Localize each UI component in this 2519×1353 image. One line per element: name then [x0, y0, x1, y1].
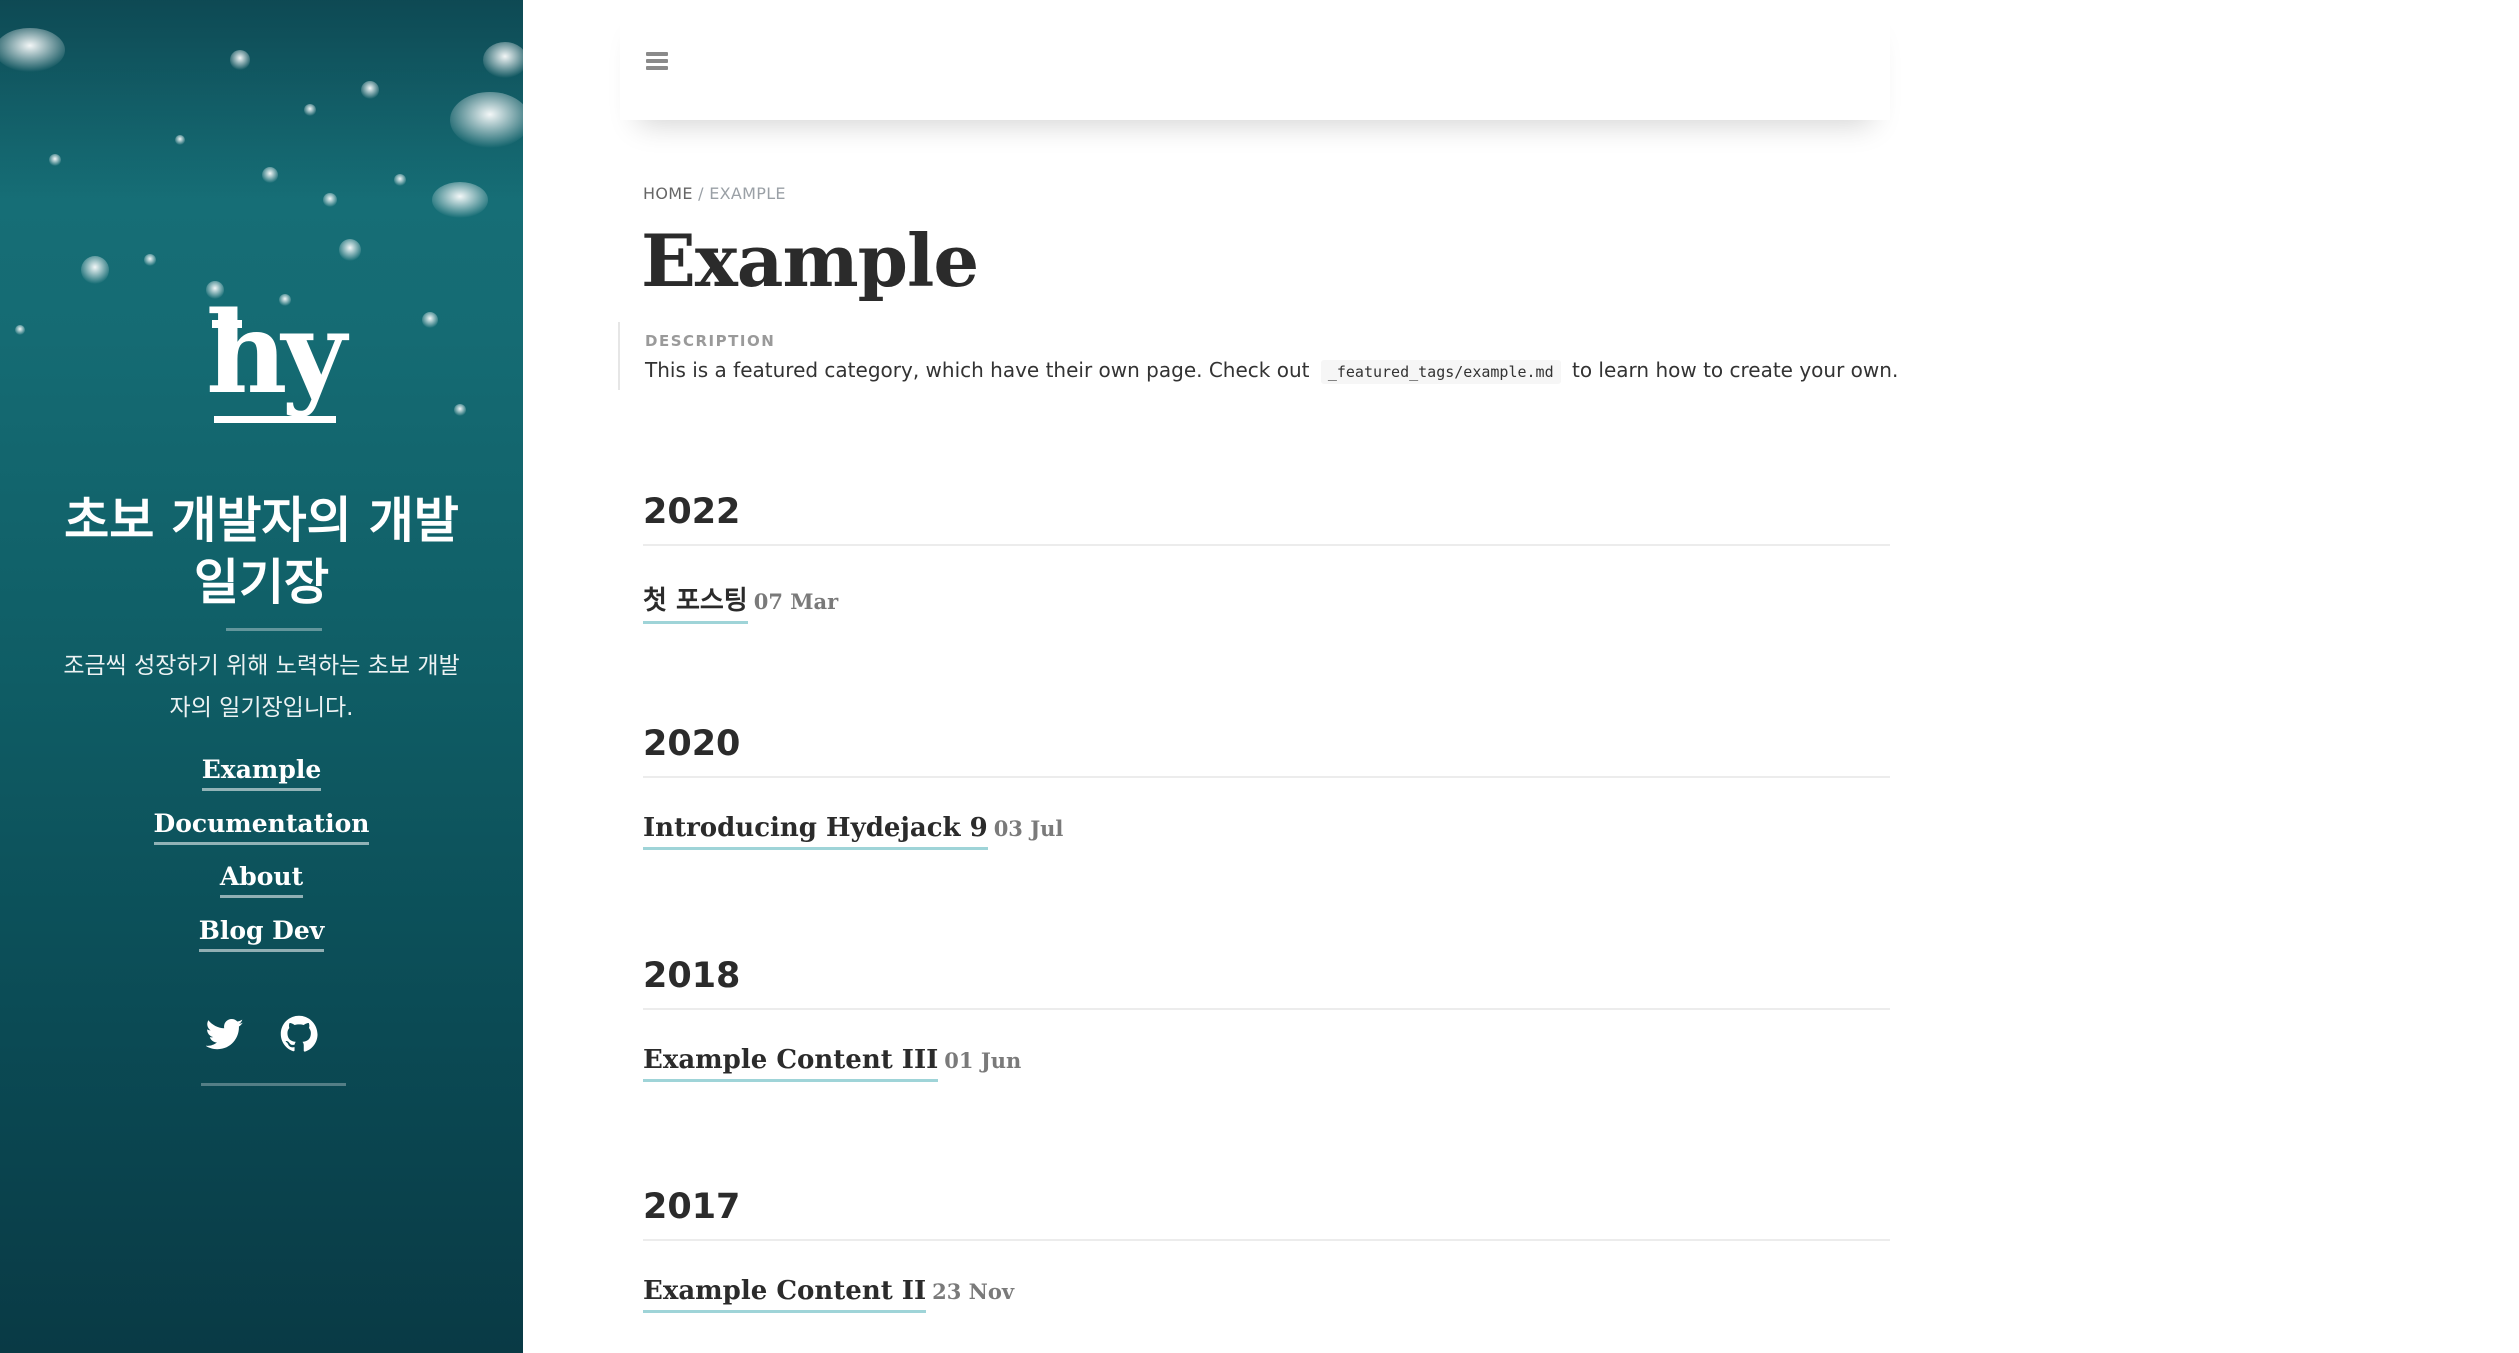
- logo[interactable]: hy: [206, 298, 347, 424]
- year-heading-2018: 2018: [643, 954, 1890, 1010]
- breadcrumb: HOME / EXAMPLE: [643, 184, 786, 203]
- twitter-link[interactable]: [205, 1015, 244, 1053]
- post-link[interactable]: Example Content III: [643, 1045, 939, 1082]
- post-link[interactable]: Introducing Hydejack 9: [643, 813, 988, 850]
- nav-item-label: Example: [201, 755, 322, 791]
- breadcrumb-home[interactable]: HOME: [643, 184, 693, 203]
- post-link[interactable]: 첫 포스팅: [643, 580, 748, 624]
- top-bar: [620, 0, 1890, 120]
- description-before: This is a featured category, which have …: [645, 358, 1310, 382]
- title-divider: [226, 628, 322, 631]
- description-box: DESCRIPTION This is a featured category,…: [618, 322, 1898, 390]
- nav-item-label: Blog Dev: [198, 916, 325, 952]
- site-description: 조금씩 성장하기 위해 노력하는 초보 개발자의 일기장입니다.: [63, 653, 460, 721]
- sidebar-nav: Example Documentation About Blog Dev: [0, 755, 523, 969]
- logo-underline: [214, 416, 336, 423]
- social-links: [0, 1015, 523, 1053]
- description-text: This is a featured category, which have …: [645, 358, 1899, 384]
- breadcrumb-current: EXAMPLE: [709, 184, 786, 203]
- year-heading-2020: 2020: [643, 722, 1890, 778]
- description-label: DESCRIPTION: [645, 332, 776, 350]
- year-heading-2022: 2022: [643, 490, 1890, 546]
- post-date: 01 Jun: [944, 1048, 1022, 1073]
- nav-item-documentation[interactable]: Documentation: [153, 809, 370, 863]
- list-item: Introducing Hydejack 9 03 Jul: [643, 813, 1063, 850]
- sidebar: hy 초보 개발자의 개발 일기장 조금씩 성장하기 위해 노력하는 초보 개발…: [0, 0, 523, 1353]
- nav-item-label: About: [219, 862, 304, 898]
- description-after: to learn how to create your own.: [1571, 358, 1899, 382]
- github-icon: [280, 1015, 318, 1052]
- breadcrumb-separator: /: [698, 184, 704, 203]
- menu-icon[interactable]: [646, 52, 668, 70]
- site-title[interactable]: 초보 개발자의 개발 일기장: [40, 490, 483, 614]
- nav-item-label: Documentation: [153, 809, 370, 845]
- description-code: _featured_tags/example.md: [1320, 360, 1561, 384]
- logo-text: hy: [206, 288, 347, 419]
- page-title: Example: [641, 218, 979, 303]
- list-item: Example Content III 01 Jun: [643, 1045, 1021, 1082]
- twitter-icon: [205, 1018, 243, 1050]
- nav-item-blog-dev[interactable]: Blog Dev: [198, 916, 325, 970]
- nav-item-about[interactable]: About: [219, 862, 304, 916]
- post-date: 23 Nov: [932, 1279, 1015, 1304]
- year-heading-2017: 2017: [643, 1185, 1890, 1241]
- github-link[interactable]: [280, 1015, 318, 1053]
- list-item: Example Content II 23 Nov: [643, 1276, 1014, 1313]
- list-item: 첫 포스팅 07 Mar: [643, 580, 838, 624]
- nav-item-example[interactable]: Example: [201, 755, 322, 809]
- logo-bar: [212, 320, 242, 328]
- post-date: 03 Jul: [993, 816, 1064, 841]
- social-divider: [201, 1083, 346, 1086]
- post-date: 07 Mar: [753, 589, 839, 614]
- post-link[interactable]: Example Content II: [643, 1276, 927, 1313]
